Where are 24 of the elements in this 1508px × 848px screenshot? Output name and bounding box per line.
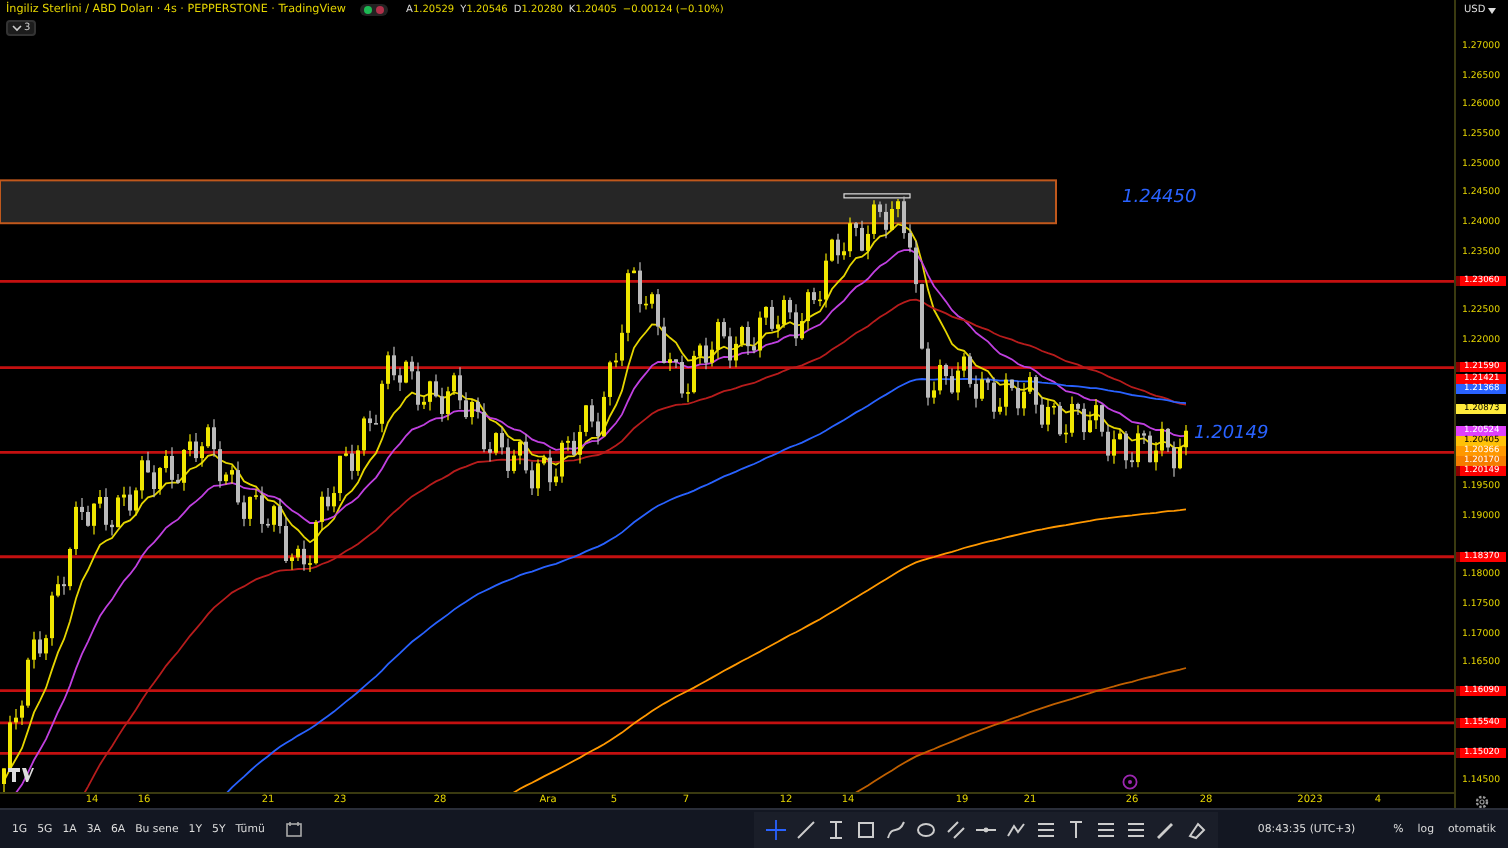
event-marker-icon[interactable] xyxy=(1122,774,1138,790)
price-annotation: 1.24450 xyxy=(1122,187,1197,208)
eraser-icon[interactable] xyxy=(1186,819,1207,839)
text-icon[interactable] xyxy=(1066,819,1087,839)
text-cursor-icon[interactable] xyxy=(826,819,847,839)
settings-icon[interactable] xyxy=(1474,794,1490,808)
rectangle-icon[interactable] xyxy=(856,819,877,839)
horizontal-level-line[interactable] xyxy=(0,450,1454,454)
price-zone-rectangle[interactable] xyxy=(0,179,1057,225)
crosshair-icon[interactable] xyxy=(766,819,787,839)
range-marker[interactable] xyxy=(843,193,911,199)
logo-icon xyxy=(6,766,34,784)
horizontal-level-line[interactable] xyxy=(0,366,1454,370)
pencil-icon[interactable] xyxy=(1156,819,1177,839)
price-annotation: 1.20149 xyxy=(1194,424,1269,445)
lines-icon[interactable] xyxy=(1036,819,1057,839)
ellipse-icon[interactable] xyxy=(916,819,937,839)
caret-icon xyxy=(1487,7,1496,13)
calendar-icon[interactable] xyxy=(286,821,305,837)
zigzag-icon[interactable] xyxy=(1006,819,1027,839)
chevron-icon xyxy=(12,24,22,32)
parallel-lines-icon[interactable] xyxy=(946,819,967,839)
line-icon[interactable] xyxy=(796,819,817,839)
lines-icon[interactable] xyxy=(1126,819,1147,839)
